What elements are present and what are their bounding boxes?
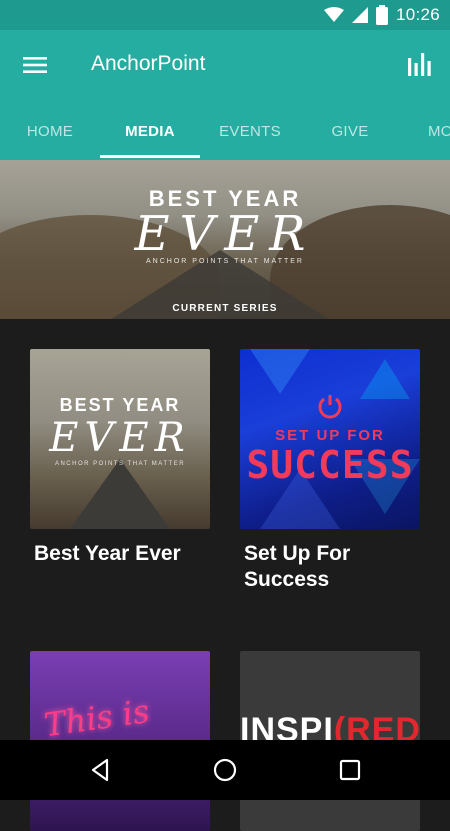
status-bar: 10:26 [0, 0, 450, 30]
hamburger-menu-icon[interactable] [22, 52, 48, 78]
decor-triangle [360, 359, 410, 399]
hero-line-2: EVER [134, 206, 316, 262]
series-title[interactable]: Set Up For Success [244, 541, 420, 593]
series-card-best-year-ever[interactable]: BEST YEAR EVER ANCHOR POINTS THAT MATTER… [30, 349, 210, 567]
current-series-label: CURRENT SERIES [172, 303, 278, 314]
wifi-icon [323, 7, 344, 23]
series-card-set-up-for-success[interactable]: SET UP FOR SUCCESS Set Up For Success [240, 349, 420, 593]
tab-bar: HOME MEDIA EVENTS GIVE MO [0, 102, 450, 160]
battery-icon [375, 5, 388, 25]
tab-give[interactable]: GIVE [300, 102, 400, 160]
status-time: 10:26 [395, 5, 440, 24]
series-thumbnail[interactable]: SET UP FOR SUCCESS [240, 349, 420, 529]
series-thumbnail[interactable]: BEST YEAR EVER ANCHOR POINTS THAT MATTER [30, 349, 210, 529]
home-icon[interactable] [211, 756, 239, 784]
app-bar: AnchorPoint [0, 30, 450, 102]
power-ring-icon [316, 393, 344, 421]
thumb-line-2: EVER [49, 415, 191, 461]
thumb-line-2: SUCCESS [246, 443, 414, 487]
system-nav-bar [0, 740, 450, 800]
thumb-line-1: This is [41, 691, 152, 745]
recents-icon[interactable] [336, 756, 364, 784]
back-icon[interactable] [87, 756, 115, 784]
thumb-road [70, 459, 170, 529]
hero-artwork-text: BEST YEAR EVER ANCHOR POINTS THAT MATTER [0, 186, 450, 265]
signal-icon [351, 7, 368, 23]
tab-media[interactable]: MEDIA [100, 102, 200, 160]
thumb-line-3: ANCHOR POINTS THAT MATTER [54, 461, 186, 467]
thumb-line-1: SET UP FOR [275, 427, 385, 444]
tab-home[interactable]: HOME [0, 102, 100, 160]
app-title: AnchorPoint [91, 52, 206, 75]
tab-events[interactable]: EVENTS [200, 102, 300, 160]
tab-more[interactable]: MO [400, 102, 450, 160]
tab-indicator [100, 155, 200, 158]
decor-triangle [250, 349, 310, 394]
thumb-line-1: BEST YEAR [59, 395, 181, 415]
bar-chart-icon[interactable] [406, 50, 434, 78]
series-title[interactable]: Best Year Ever [34, 541, 210, 567]
current-series-banner[interactable]: BEST YEAR EVER ANCHOR POINTS THAT MATTER… [0, 160, 450, 319]
hero-line-3: ANCHOR POINTS THAT MATTER [146, 258, 304, 265]
